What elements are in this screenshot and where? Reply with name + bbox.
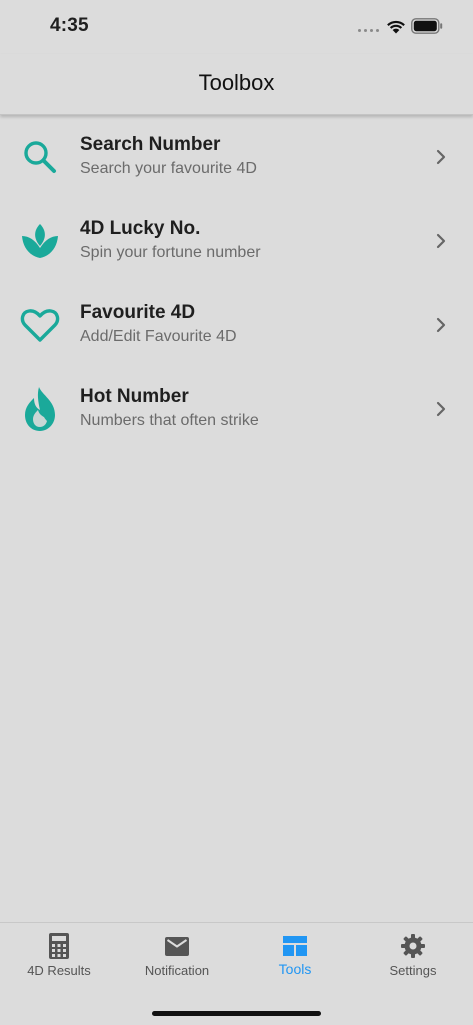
gear-icon: [354, 933, 472, 959]
tool-item-search-number[interactable]: Search Number Search your favourite 4D: [0, 115, 473, 199]
flame-icon: [20, 387, 60, 431]
battery-icon: [411, 18, 443, 34]
tool-item-hot-number[interactable]: Hot Number Numbers that often strike: [0, 367, 473, 451]
search-icon: [20, 137, 60, 177]
mail-icon: [118, 933, 236, 959]
tab-tools[interactable]: Tools: [236, 923, 354, 989]
tab-settings[interactable]: Settings: [354, 923, 472, 989]
chevron-right-icon: [436, 401, 446, 417]
tool-title: Favourite 4D: [80, 302, 196, 323]
page-title: Toolbox: [198, 70, 275, 95]
chevron-right-icon: [436, 149, 446, 165]
lotus-icon: [20, 221, 60, 261]
status-time: 4:35: [50, 15, 89, 36]
nav-header: Toolbox: [0, 54, 473, 115]
tool-subtitle: Add/Edit Favourite 4D: [80, 328, 237, 345]
tab-label: Notification: [144, 963, 210, 978]
tool-subtitle: Search your favourite 4D: [80, 160, 257, 177]
tool-item-lucky-number[interactable]: 4D Lucky No. Spin your fortune number: [0, 199, 473, 283]
tool-title: 4D Lucky No.: [80, 218, 201, 239]
tool-item-favourite-4d[interactable]: Favourite 4D Add/Edit Favourite 4D: [0, 283, 473, 367]
signal-icon: [358, 29, 379, 32]
tools-icon: [236, 933, 354, 959]
tool-subtitle: Numbers that often strike: [80, 412, 259, 429]
calculator-icon: [0, 933, 118, 959]
tool-subtitle: Spin your fortune number: [80, 244, 261, 261]
tab-label: 4D Results: [27, 963, 91, 978]
tool-list: Search Number Search your favourite 4D 4…: [0, 115, 473, 451]
tab-bar: 4D Results Notification Tools Settings: [0, 922, 473, 1025]
wifi-icon: [387, 20, 405, 34]
heart-icon: [20, 305, 60, 345]
chevron-right-icon: [436, 317, 446, 333]
tab-notification[interactable]: Notification: [118, 923, 236, 989]
tool-title: Search Number: [80, 134, 221, 155]
status-bar: 4:35: [0, 0, 473, 54]
chevron-right-icon: [436, 233, 446, 249]
tool-title: Hot Number: [80, 386, 189, 407]
home-indicator[interactable]: [152, 1011, 321, 1016]
tab-label: Tools: [278, 961, 312, 977]
tab-4d-results[interactable]: 4D Results: [0, 923, 118, 989]
tab-label: Settings: [389, 963, 437, 978]
